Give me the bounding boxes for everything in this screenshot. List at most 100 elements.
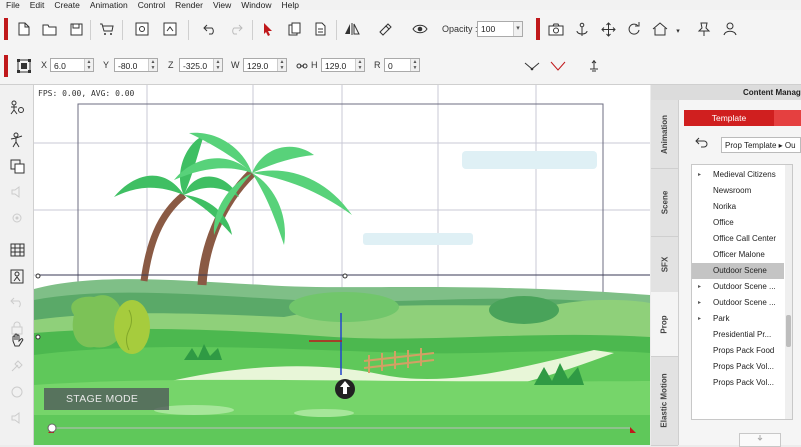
eye-icon[interactable] <box>410 19 430 39</box>
link-icon[interactable] <box>376 19 396 39</box>
tab-scene-label: Scene <box>659 190 669 214</box>
menu-control[interactable]: Control <box>138 0 165 10</box>
export-icon[interactable] <box>160 19 180 39</box>
list-item[interactable]: Props Pack Vol... <box>692 359 784 375</box>
effects-icon[interactable] <box>7 383 27 401</box>
list-item[interactable]: ▸ Outdoor Scene ... <box>692 295 784 311</box>
h-field[interactable]: 129.0 ▲ ▼ <box>321 58 365 72</box>
tab-scene[interactable]: Scene <box>651 168 678 237</box>
pin-icon[interactable] <box>694 19 714 39</box>
flip-icon[interactable] <box>342 19 362 39</box>
undo-motion-icon[interactable] <box>7 293 27 311</box>
menu-file[interactable]: File <box>6 0 20 10</box>
list-item[interactable]: Norika <box>692 199 784 215</box>
list-item[interactable]: Officer Malone <box>692 247 784 263</box>
list-item[interactable]: Office <box>692 215 784 231</box>
z-spinner[interactable]: ▲ ▼ <box>213 59 222 71</box>
actor-pose-icon[interactable] <box>7 99 27 117</box>
menu-window[interactable]: Window <box>241 0 271 10</box>
align-bottom-icon[interactable] <box>522 56 542 76</box>
list-item[interactable]: Newsroom <box>692 183 784 199</box>
r-spinner[interactable]: ▲ ▼ <box>410 59 419 71</box>
rotate-icon[interactable] <box>624 19 644 39</box>
ground-icon[interactable] <box>584 56 604 76</box>
expand-arrow-icon[interactable]: ▸ <box>698 311 701 327</box>
menu-render[interactable]: Render <box>175 0 203 10</box>
list-item[interactable]: Props Pack Vol... <box>692 375 784 391</box>
undo-icon[interactable] <box>200 19 220 39</box>
expand-arrow-icon[interactable]: ▸ <box>698 167 701 183</box>
hand-icon[interactable] <box>7 331 27 349</box>
z-label: Z <box>168 60 174 70</box>
panel-title: Content Manag <box>651 85 801 100</box>
list-item[interactable]: ▸ Park <box>692 311 784 327</box>
w-spinner[interactable]: ▲ ▼ <box>277 59 286 71</box>
list-item-label: Props Pack Vol... <box>713 362 774 371</box>
list-item[interactable]: Office Call Center <box>692 231 784 247</box>
expand-arrow-icon[interactable]: ▸ <box>698 279 701 295</box>
open-folder-icon[interactable] <box>40 19 60 39</box>
list-item-label: Props Pack Food <box>713 346 775 355</box>
move-icon[interactable] <box>598 19 618 39</box>
y-field[interactable]: -80.0 ▲ ▼ <box>114 58 158 72</box>
new-file-icon[interactable] <box>14 19 34 39</box>
w-field[interactable]: 129.0 ▲ ▼ <box>243 58 287 72</box>
scrollbar-thumb[interactable] <box>786 315 791 347</box>
tab-elastic-motion[interactable]: Elastic Motion <box>651 356 678 446</box>
menu-edit[interactable]: Edit <box>30 0 45 10</box>
menu-help[interactable]: Help <box>282 0 299 10</box>
select-arrow-icon[interactable] <box>258 19 278 39</box>
shop-icon[interactable] <box>96 19 116 39</box>
audio-icon[interactable] <box>7 183 27 201</box>
menu-animation[interactable]: Animation <box>90 0 128 10</box>
list-item-selected[interactable]: Outdoor Scene <box>692 263 784 279</box>
stage-viewport[interactable]: FPS: 0.00, AVG: 0.00 STAGE MODE <box>34 85 650 445</box>
tree-scrollbar[interactable] <box>785 165 792 419</box>
grid-icon[interactable] <box>7 241 27 259</box>
import-icon[interactable] <box>132 19 152 39</box>
list-item[interactable]: ▸ Medieval Citizens <box>692 167 784 183</box>
menu-view[interactable]: View <box>213 0 231 10</box>
menu-create[interactable]: Create <box>54 0 80 10</box>
list-item[interactable]: Presidential Pr... <box>692 327 784 343</box>
list-item[interactable]: Props Pack Food <box>692 343 784 359</box>
user-icon[interactable] <box>720 19 740 39</box>
z-field[interactable]: -325.0 ▲ ▼ <box>179 58 223 72</box>
stage-mode-label[interactable]: STAGE MODE <box>44 388 169 410</box>
home-icon[interactable] <box>650 19 670 39</box>
tab-prop[interactable]: Prop <box>651 292 678 357</box>
camera-icon[interactable] <box>546 19 566 39</box>
y-spinner[interactable]: ▲ ▼ <box>148 59 157 71</box>
redo-icon[interactable] <box>226 19 246 39</box>
save-icon[interactable] <box>66 19 86 39</box>
tab-animation[interactable]: Animation <box>651 100 678 169</box>
link-ratio-icon[interactable] <box>292 56 312 76</box>
duplicate-icon[interactable] <box>284 19 304 39</box>
back-icon[interactable] <box>695 137 708 151</box>
character-icon[interactable] <box>7 267 27 285</box>
x-spinner[interactable]: ▲ ▼ <box>84 59 93 71</box>
h-spinner[interactable]: ▲ ▼ <box>355 59 364 71</box>
list-item[interactable]: ▸ Outdoor Scene ... <box>692 279 784 295</box>
down-arrow-icon <box>757 435 763 441</box>
puppet-icon[interactable] <box>7 131 27 149</box>
list-item-label: Presidential Pr... <box>713 330 772 339</box>
sprite-icon[interactable] <box>7 157 27 175</box>
clone-icon[interactable] <box>310 19 330 39</box>
breadcrumb[interactable]: Prop Template ▸ Ou <box>721 137 801 153</box>
tool-icon[interactable] <box>7 357 27 375</box>
tab-sfx[interactable]: SFX <box>651 236 678 293</box>
sound-icon[interactable] <box>7 409 27 427</box>
template-tab[interactable]: Template <box>684 110 774 126</box>
snap-icon[interactable] <box>548 56 568 76</box>
r-field[interactable]: 0 ▲ ▼ <box>384 58 420 72</box>
opacity-field[interactable]: 100 ▾ <box>477 21 523 37</box>
gear-icon[interactable] <box>7 209 27 227</box>
x-field[interactable]: 6.0 ▲ ▼ <box>50 58 94 72</box>
home-dropdown-icon[interactable]: ▾ <box>668 21 688 41</box>
expand-arrow-icon[interactable]: ▸ <box>698 295 701 311</box>
anchor-icon[interactable] <box>572 19 592 39</box>
transform-box-icon[interactable] <box>14 56 34 76</box>
opacity-dropdown-icon[interactable]: ▾ <box>513 22 522 36</box>
tab-elastic-motion-label: Elastic Motion <box>660 373 670 428</box>
